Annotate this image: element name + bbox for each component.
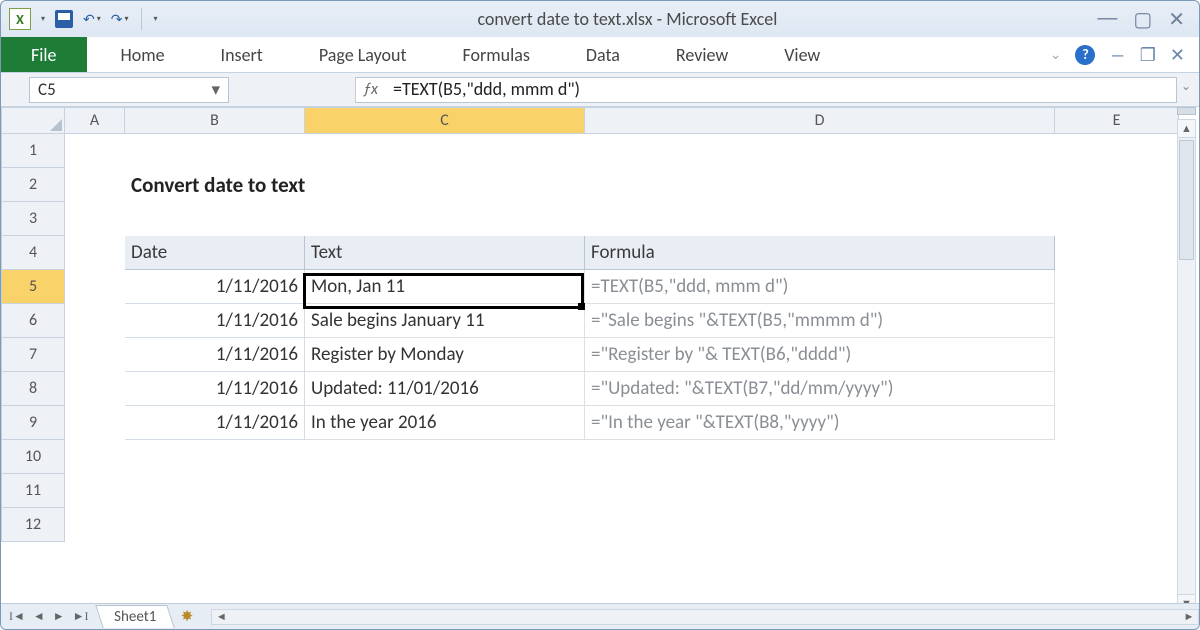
row-header-10[interactable]: 10	[2, 440, 65, 474]
tab-view[interactable]: View	[756, 38, 848, 72]
undo-caret-icon[interactable]: ▾	[97, 14, 101, 24]
header-formula[interactable]: Formula	[585, 236, 1055, 270]
col-header-c[interactable]: C	[305, 108, 585, 134]
minimize-button[interactable]: ―	[1097, 7, 1117, 32]
workbook-close-button[interactable]: ✕	[1170, 44, 1185, 66]
qat-separator	[141, 8, 142, 30]
cell-d8[interactable]: ="Updated: "&TEXT(B7,"dd/mm/yyyy")	[585, 372, 1055, 406]
sheet-nav-prev-icon[interactable]: ◄	[29, 609, 49, 624]
cell-c8[interactable]: Updated: 11/01/2016	[305, 372, 585, 406]
sheet-title[interactable]: Convert date to text	[125, 168, 585, 202]
formula-bar-expand-icon[interactable]: ⌄	[1177, 79, 1195, 94]
workbook-minimize-button[interactable]: ―	[1109, 44, 1125, 66]
excel-icon[interactable]: X	[9, 8, 31, 30]
tab-data[interactable]: Data	[558, 38, 648, 72]
help-icon[interactable]: ?	[1075, 45, 1095, 65]
title-bar: X ▾ ↶▾ ↷▾ ▾ convert date to text.xlsx - …	[1, 1, 1199, 37]
row-header-1[interactable]: 1	[2, 134, 65, 168]
undo-button[interactable]: ↶▾	[83, 11, 101, 28]
select-all-corner[interactable]	[2, 108, 65, 134]
insert-sheet-icon[interactable]: ✸	[181, 607, 194, 626]
cell-d5[interactable]: =TEXT(B5,"ddd, mmm d")	[585, 270, 1055, 304]
quick-access-toolbar: X ▾ ↶▾ ↷▾ ▾	[9, 8, 158, 30]
redo-button[interactable]: ↷▾	[111, 11, 129, 28]
cell-b8[interactable]: 1/11/2016	[125, 372, 305, 406]
name-box-caret-icon[interactable]: ▾	[211, 79, 220, 100]
row-header-7[interactable]: 7	[2, 338, 65, 372]
cell-d6[interactable]: ="Sale begins "&TEXT(B5,"mmmm d")	[585, 304, 1055, 338]
excel-window: X ▾ ↶▾ ↷▾ ▾ convert date to text.xlsx - …	[0, 0, 1200, 630]
formula-bar[interactable]: =TEXT(B5,"ddd, mmm d")	[385, 77, 1177, 103]
tab-review[interactable]: Review	[648, 38, 756, 72]
col-header-a[interactable]: A	[65, 108, 125, 134]
maximize-button[interactable]: ▢	[1133, 7, 1152, 32]
sheet-nav-first-icon[interactable]: I◄	[5, 609, 29, 624]
col-header-e[interactable]: E	[1055, 108, 1179, 134]
hscroll-right-icon[interactable]: ►	[1180, 610, 1198, 623]
header-date[interactable]: Date	[125, 236, 305, 270]
tab-insert[interactable]: Insert	[193, 38, 291, 72]
ribbon-right: ⌄ ? ― ❐ ✕	[1050, 37, 1199, 72]
tab-page-layout[interactable]: Page Layout	[291, 38, 435, 72]
sheet-tab-sheet1[interactable]: Sheet1	[95, 605, 175, 628]
formula-bar-value: =TEXT(B5,"ddd, mmm d")	[393, 78, 580, 100]
header-text[interactable]: Text	[305, 236, 585, 270]
row-header-11[interactable]: 11	[2, 474, 65, 508]
sheet-nav-last-icon[interactable]: ►I	[69, 609, 93, 624]
split-handle-top[interactable]	[1177, 107, 1196, 115]
scroll-up-icon[interactable]: ▲	[1178, 120, 1195, 138]
window-controls: ― ▢ ✕	[1097, 7, 1191, 32]
row-header-3[interactable]: 3	[2, 202, 65, 236]
vertical-scrollbar[interactable]: ▲ ▼	[1177, 119, 1196, 613]
ribbon-minimize-caret-icon[interactable]: ⌄	[1050, 46, 1062, 63]
sheet-tab-bar: I◄ ◄ ► ►I Sheet1 ✸ ◄ ►	[1, 603, 1199, 629]
file-tab[interactable]: File	[1, 37, 87, 72]
qat-app-caret-icon[interactable]: ▾	[41, 14, 45, 24]
cell-c9[interactable]: In the year 2016	[305, 406, 585, 440]
cell-b7[interactable]: 1/11/2016	[125, 338, 305, 372]
cell-b9[interactable]: 1/11/2016	[125, 406, 305, 440]
sheet-tab-label: Sheet1	[114, 608, 156, 626]
name-box[interactable]: C5 ▾	[29, 77, 229, 103]
hscroll-left-icon[interactable]: ◄	[212, 610, 230, 623]
cell-d7[interactable]: ="Register by "& TEXT(B6,"dddd")	[585, 338, 1055, 372]
cell-b6[interactable]: 1/11/2016	[125, 304, 305, 338]
row-header-9[interactable]: 9	[2, 406, 65, 440]
sheet-nav-next-icon[interactable]: ►	[49, 609, 69, 624]
col-header-d[interactable]: D	[585, 108, 1055, 134]
tab-formulas[interactable]: Formulas	[435, 38, 558, 72]
cell-b5[interactable]: 1/11/2016	[125, 270, 305, 304]
row-header-12[interactable]: 12	[2, 508, 65, 542]
cell-c6[interactable]: Sale begins January 11	[305, 304, 585, 338]
workbook-restore-button[interactable]: ❐	[1140, 44, 1156, 66]
horizontal-scrollbar[interactable]: ◄ ►	[211, 609, 1199, 625]
save-icon[interactable]	[55, 10, 73, 28]
redo-caret-icon[interactable]: ▾	[125, 14, 129, 24]
close-button[interactable]: ✕	[1168, 7, 1185, 32]
formula-bar-row: C5 ▾ ƒx =TEXT(B5,"ddd, mmm d") ⌄	[1, 73, 1199, 107]
name-box-value: C5	[38, 79, 56, 100]
row-header-5[interactable]: 5	[2, 270, 65, 304]
tab-home[interactable]: Home	[93, 38, 193, 72]
worksheet-grid[interactable]: A B C D E 1 2 Convert date to text 3 4 Da…	[1, 107, 1199, 609]
cell-c5[interactable]: Mon, Jan 11	[305, 270, 585, 304]
cell-d9[interactable]: ="In the year "&TEXT(B8,"yyyy")	[585, 406, 1055, 440]
window-title: convert date to text.xlsx - Microsoft Ex…	[158, 8, 1098, 30]
row-header-6[interactable]: 6	[2, 304, 65, 338]
row-header-4[interactable]: 4	[2, 236, 65, 270]
row-header-8[interactable]: 8	[2, 372, 65, 406]
ribbon: File Home Insert Page Layout Formulas Da…	[1, 37, 1199, 73]
fx-icon[interactable]: ƒx	[355, 77, 385, 103]
scroll-thumb[interactable]	[1179, 140, 1194, 260]
row-header-2[interactable]: 2	[2, 168, 65, 202]
ribbon-tabs: Home Insert Page Layout Formulas Data Re…	[87, 37, 849, 72]
col-header-b[interactable]: B	[125, 108, 305, 134]
cell-c7[interactable]: Register by Monday	[305, 338, 585, 372]
